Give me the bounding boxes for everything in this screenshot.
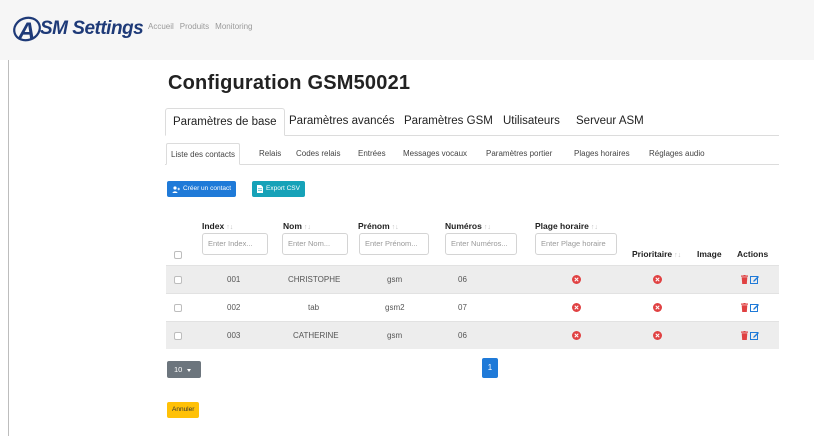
sort-icon: ↑↓ (303, 224, 311, 231)
filter-index-input[interactable]: Enter Index... (202, 233, 268, 255)
file-icon (257, 185, 263, 193)
subtab-liste-des-contacts[interactable]: Liste des contacts (166, 143, 241, 165)
header-plage-horaire[interactable]: Plage horaire ↑↓ (535, 221, 598, 231)
contacts-table: Index ↑↓ Nom ↑↓ Prénom ↑↓ Numéros ↑↓ Plage h… (166, 218, 779, 349)
header-prenom-label: Prénom (358, 221, 390, 231)
prioritaire-disabled-icon (653, 303, 662, 312)
tab-parametres-gsm[interactable]: Paramètres GSM (397, 108, 500, 136)
export-csv-button[interactable]: Export CSV (252, 181, 305, 197)
nav-link-produits[interactable]: Produits (180, 22, 209, 31)
prioritaire-disabled-icon (653, 275, 662, 284)
page-border (8, 60, 9, 436)
tab-parametres-avances[interactable]: Paramètres avancés (282, 108, 401, 136)
header-index-label: Index (202, 221, 225, 231)
brand-name: SM Settings (40, 18, 144, 39)
sort-icon: ↑↓ (483, 224, 491, 231)
nav-link-accueil[interactable]: Accueil (148, 22, 174, 31)
main-tabs: Paramètres de base Paramètres avancés Pa… (165, 108, 779, 136)
subtab-relais[interactable]: Relais (255, 143, 285, 165)
header-image: Image (697, 249, 722, 259)
filter-numeros-input[interactable]: Enter Numéros... (445, 233, 517, 255)
subtab-reglages-audio[interactable]: Réglages audio (645, 143, 709, 165)
select-all-checkbox[interactable] (174, 251, 182, 259)
cell-prenom: gsm2 (385, 303, 405, 312)
asm-logo-icon: A (13, 16, 41, 45)
table-row[interactable]: 003 CATHERINE gsm 06 (166, 321, 779, 349)
header-nom[interactable]: Nom ↑↓ (283, 221, 311, 231)
table-row[interactable]: 001 CHRISTOPHE gsm 06 (166, 265, 779, 293)
tab-serveur-asm[interactable]: Serveur ASM (569, 108, 651, 136)
filter-nom-input[interactable]: Enter Nom... (282, 233, 348, 255)
cell-numeros: 07 (458, 303, 467, 312)
header-plage-label: Plage horaire (535, 221, 589, 231)
header-index[interactable]: Index ↑↓ (202, 221, 233, 231)
prioritaire-disabled-icon (653, 331, 662, 340)
cell-nom: tab (308, 303, 320, 312)
cell-index: 002 (227, 303, 241, 312)
row-checkbox[interactable] (174, 304, 182, 312)
plage-disabled-icon (572, 303, 581, 312)
subtab-entrees[interactable]: Entrées (354, 143, 390, 165)
export-csv-label: Export CSV (266, 185, 300, 192)
header-prioritaire-label: Prioritaire (632, 249, 673, 259)
subtab-messages-vocaux[interactable]: Messages vocaux (399, 143, 471, 165)
cancel-button[interactable]: Annuler (167, 402, 200, 418)
trash-icon[interactable] (741, 331, 748, 340)
table-row[interactable]: 002 tab gsm2 07 (166, 293, 779, 321)
tab-utilisateurs[interactable]: Utilisateurs (496, 108, 567, 136)
edit-icon[interactable] (750, 331, 759, 340)
tab-parametres-de-base[interactable]: Paramètres de base (165, 108, 285, 136)
header-numeros-label: Numéros (445, 221, 482, 231)
header-prioritaire[interactable]: Prioritaire ↑↓ (632, 249, 681, 259)
page-size-dropdown[interactable]: 10 (167, 361, 201, 378)
page-size-value: 10 (174, 365, 183, 374)
filter-plage-input[interactable]: Enter Plage horaire (535, 233, 617, 255)
cell-nom: CHRISTOPHE (288, 275, 341, 284)
subtab-codes-relais[interactable]: Codes relais (292, 143, 344, 165)
row-checkbox[interactable] (174, 276, 182, 284)
cell-numeros: 06 (458, 331, 467, 340)
add-user-icon (172, 185, 180, 193)
sort-icon: ↑↓ (590, 224, 598, 231)
plage-disabled-icon (572, 275, 581, 284)
trash-icon[interactable] (741, 275, 748, 284)
header-prenom[interactable]: Prénom ↑↓ (358, 221, 399, 231)
svg-text:A: A (17, 18, 35, 45)
edit-icon[interactable] (750, 275, 759, 284)
pagination-page-button[interactable]: 1 (482, 358, 498, 378)
nav-link-monitoring[interactable]: Monitoring (215, 22, 252, 31)
top-navbar: A SM Settings Accueil Produits Monitorin… (0, 0, 814, 60)
row-checkbox[interactable] (174, 332, 182, 340)
create-contact-button[interactable]: Créer un contact (167, 181, 237, 197)
create-contact-label: Créer un contact (183, 185, 232, 192)
subtab-plages-horaires[interactable]: Plages horaires (570, 143, 634, 165)
page-title: Configuration GSM50021 (168, 72, 411, 94)
sort-icon: ↑↓ (391, 224, 399, 231)
edit-icon[interactable] (750, 303, 759, 312)
header-nom-label: Nom (283, 221, 302, 231)
cell-prenom: gsm (387, 331, 403, 340)
table-header: Index ↑↓ Nom ↑↓ Prénom ↑↓ Numéros ↑↓ Plage h… (166, 218, 779, 265)
cell-index: 003 (227, 331, 241, 340)
header-numeros[interactable]: Numéros ↑↓ (445, 221, 491, 231)
sort-icon: ↑↓ (226, 224, 234, 231)
sort-icon: ↑↓ (674, 252, 682, 259)
plage-disabled-icon (572, 331, 581, 340)
cell-numeros: 06 (458, 275, 467, 284)
brand[interactable]: A SM Settings (12, 12, 144, 46)
trash-icon[interactable] (741, 303, 748, 312)
nav-links: Accueil Produits Monitoring (148, 22, 253, 31)
cell-nom: CATHERINE (293, 331, 339, 340)
cell-index: 001 (227, 275, 241, 284)
filter-prenom-input[interactable]: Enter Prénom... (359, 233, 429, 255)
subtab-parametres-portier[interactable]: Paramètres portier (482, 143, 556, 165)
sub-tabs: Liste des contacts Relais Codes relais E… (165, 143, 779, 165)
caret-down-icon (187, 368, 192, 372)
cell-prenom: gsm (387, 275, 403, 284)
header-actions: Actions (737, 249, 769, 259)
